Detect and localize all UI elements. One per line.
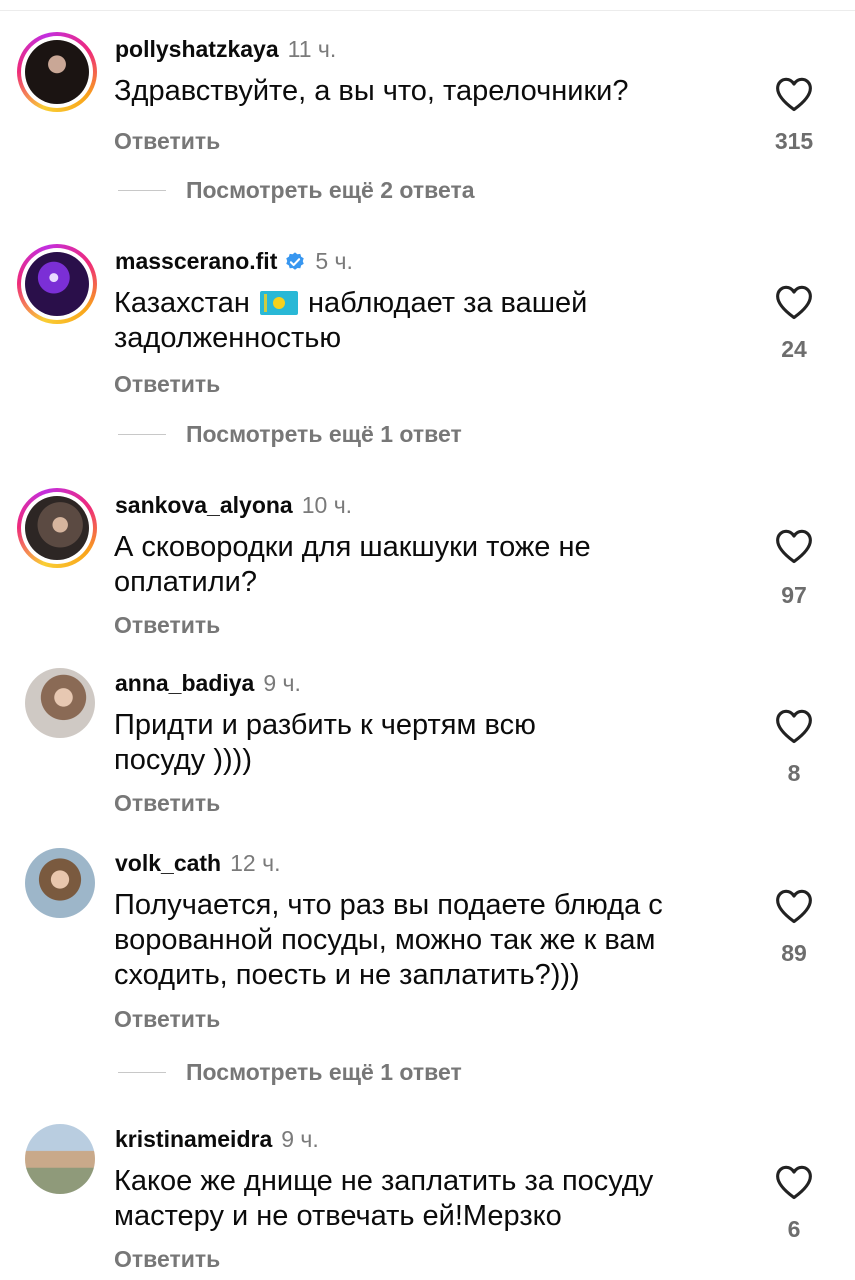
view-more-replies[interactable]: Посмотреть ещё 1 ответ: [118, 1059, 462, 1086]
like-count: 97: [781, 582, 807, 608]
comment-text: Придти и разбить к чертям всю посуду )))…: [114, 709, 536, 776]
like-button[interactable]: 8: [772, 708, 816, 786]
comment-text: Казахстан наблюдает за вашей задолженнос…: [114, 287, 588, 354]
comment-text: Какое же днище не заплатить за посуду ма…: [114, 1165, 654, 1232]
avatar[interactable]: [17, 488, 97, 568]
comment-time: 12 ч.: [230, 850, 281, 876]
comment-time: 9 ч.: [263, 670, 301, 696]
comment-text: Получается, что раз вы подаете блюда с в…: [114, 889, 663, 991]
like-count: 6: [787, 1216, 801, 1242]
heart-icon: [776, 889, 812, 924]
reply-button[interactable]: Ответить: [114, 612, 220, 639]
comment-username[interactable]: anna_badiya: [115, 670, 254, 697]
comment-time: 5 ч.: [315, 248, 353, 274]
replies-dash: [118, 189, 166, 192]
view-more-replies-label: Посмотреть ещё 1 ответ: [186, 421, 462, 447]
avatar[interactable]: [25, 668, 95, 738]
like-count: 24: [781, 336, 807, 362]
view-more-replies-label: Посмотреть ещё 2 ответа: [186, 177, 475, 203]
heart-icon: [776, 1165, 812, 1200]
view-more-replies[interactable]: Посмотреть ещё 1 ответ: [118, 421, 462, 448]
avatar[interactable]: [17, 32, 97, 112]
comment-username[interactable]: pollyshatzkaya: [115, 36, 279, 63]
avatar[interactable]: [25, 1124, 95, 1194]
like-count: 8: [787, 760, 801, 786]
reply-button[interactable]: Ответить: [114, 371, 220, 398]
comment-time: 9 ч.: [281, 1126, 319, 1152]
reply-button[interactable]: Ответить: [114, 790, 220, 817]
heart-icon: [776, 285, 812, 320]
heart-icon: [776, 529, 812, 564]
avatar[interactable]: [25, 848, 95, 918]
comment-username[interactable]: volk_cath: [115, 850, 221, 877]
comment-username[interactable]: kristinameidra: [115, 1126, 272, 1153]
comment-username[interactable]: masscerano.fit: [115, 248, 277, 275]
like-button[interactable]: 6: [772, 1164, 816, 1242]
like-button[interactable]: 89: [772, 888, 816, 966]
heart-icon: [776, 709, 812, 744]
reply-button[interactable]: Ответить: [114, 128, 220, 155]
comment-time: 10 ч.: [301, 492, 353, 518]
comment-username[interactable]: sankova_alyona: [115, 492, 293, 519]
view-more-replies-label: Посмотреть ещё 1 ответ: [186, 1059, 462, 1085]
comment-time: 11 ч.: [287, 36, 337, 62]
comment-text: А сковородки для шакшуки тоже не оплатил…: [114, 531, 591, 598]
reply-button[interactable]: Ответить: [114, 1006, 220, 1033]
like-button[interactable]: 315: [772, 76, 816, 154]
like-count: 315: [774, 128, 814, 154]
replies-dash: [118, 433, 166, 436]
view-more-replies[interactable]: Посмотреть ещё 2 ответа: [118, 177, 475, 204]
verified-badge-icon: [286, 251, 305, 270]
like-button[interactable]: 97: [772, 528, 816, 608]
replies-dash: [118, 1071, 166, 1074]
reply-button[interactable]: Ответить: [114, 1246, 220, 1273]
comment-text: Здравствуйте, а вы что, тарелочники?: [114, 75, 629, 107]
heart-icon: [776, 77, 812, 112]
kazakhstan-flag-icon: [259, 291, 298, 315]
avatar[interactable]: [17, 244, 97, 324]
top-divider: [0, 10, 855, 11]
like-button[interactable]: 24: [772, 284, 816, 362]
like-count: 89: [781, 940, 807, 966]
